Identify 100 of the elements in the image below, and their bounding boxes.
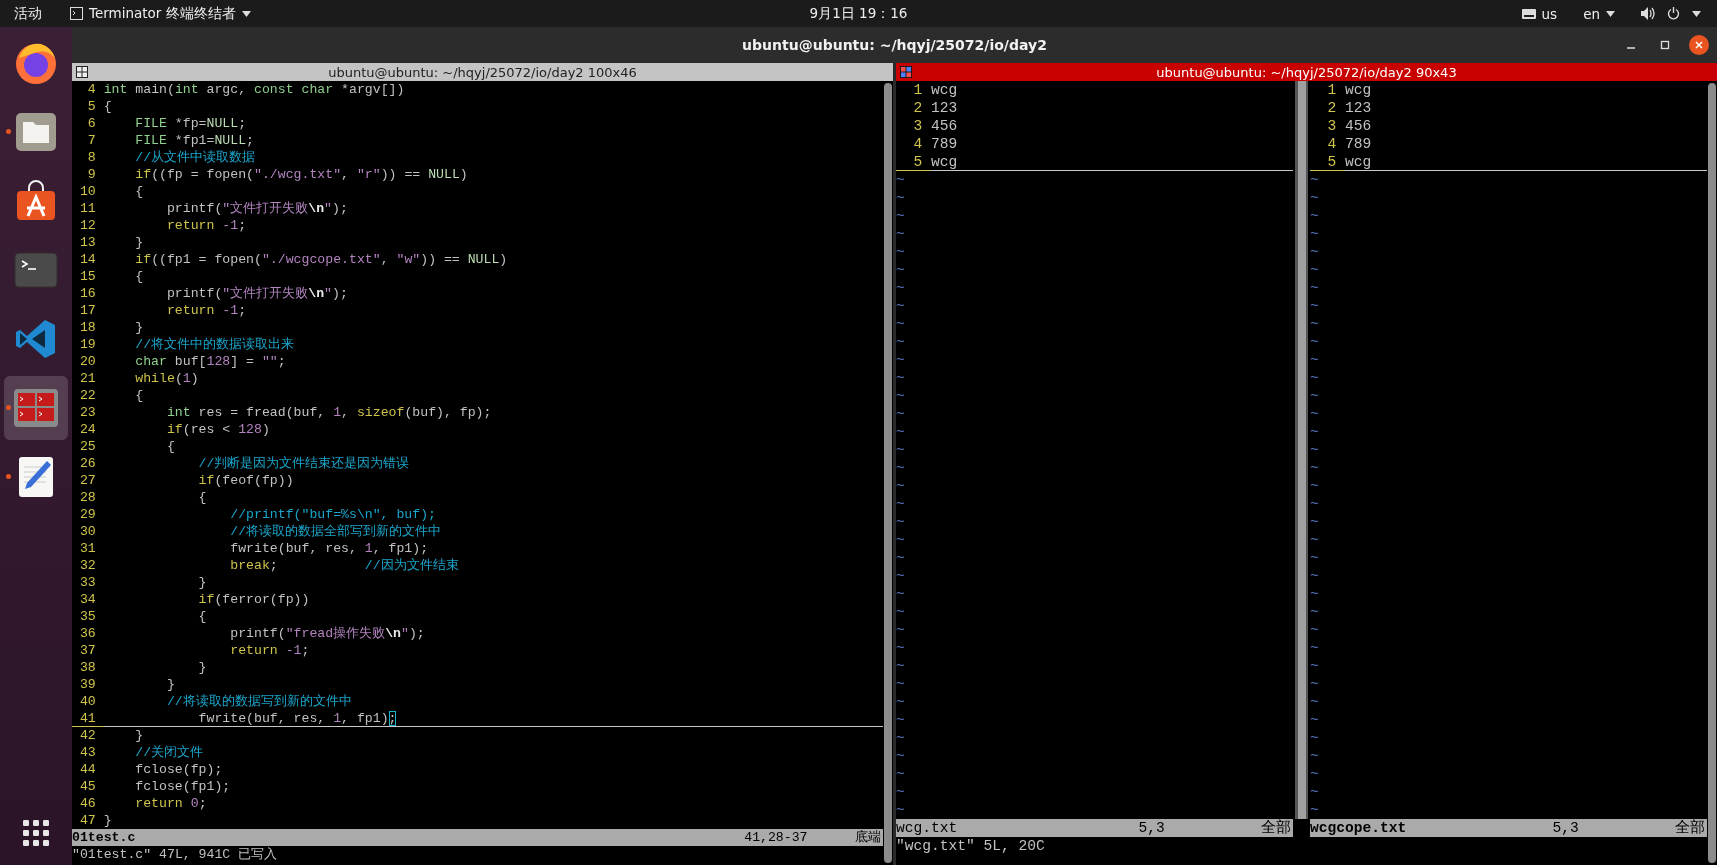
activities-button[interactable]: 活动 — [10, 2, 46, 25]
app-menu[interactable]: Terminator 终端终结者 — [66, 2, 255, 25]
code-line: break; //因为文件结束 — [229, 557, 460, 574]
empty-line-marker: ~ — [1310, 369, 1319, 387]
terminal-icon — [14, 252, 58, 288]
empty-line-marker: ~ — [896, 315, 905, 333]
empty-line-marker: ~ — [1310, 585, 1319, 603]
code-line: wcg — [931, 153, 1293, 171]
line-number: 46 — [78, 795, 97, 812]
code-line: fwrite(buf, res, 1, fp1); — [229, 540, 430, 557]
code-line: fclose(fp); — [134, 761, 224, 778]
empty-line-marker: ~ — [1310, 531, 1319, 549]
code-editor-icon — [15, 318, 57, 360]
code-line: } — [165, 676, 176, 693]
empty-line-marker: ~ — [1310, 243, 1319, 261]
line-number: 39 — [78, 676, 97, 693]
code-line: { — [197, 489, 208, 506]
empty-line-marker: ~ — [896, 459, 905, 477]
line-number: 19 — [78, 336, 97, 353]
grid-icon — [900, 66, 912, 78]
empty-line-marker: ~ — [896, 585, 905, 603]
code-line: if(feof(fp)) — [197, 472, 295, 489]
scrollbar[interactable] — [1708, 83, 1716, 863]
code-line: //判断是因为文件结束还是因为错误 — [197, 455, 411, 472]
code-line: if(ferror(fp)) — [197, 591, 311, 608]
line-number: 2 — [912, 99, 924, 117]
terminal-header[interactable]: ubuntu@ubuntu: ~/hqyj/25072/io/day2 90x43 — [896, 63, 1717, 81]
line-number: 10 — [78, 183, 97, 200]
line-number: 21 — [78, 370, 97, 387]
line-number: 4 — [86, 81, 97, 98]
empty-line-marker: ~ — [896, 351, 905, 369]
empty-line-marker: ~ — [1310, 549, 1319, 567]
close-button[interactable] — [1689, 35, 1709, 55]
empty-line-marker: ~ — [1310, 441, 1319, 459]
code-line: return 0; — [134, 795, 208, 812]
empty-line-marker: ~ — [1310, 405, 1319, 423]
code-line: { — [197, 608, 208, 625]
empty-line-marker: ~ — [896, 495, 905, 513]
empty-line-marker: ~ — [1310, 171, 1319, 189]
keyboard-layout[interactable]: us — [1517, 3, 1562, 24]
clock[interactable]: 9月1日 19：16 — [805, 2, 912, 25]
code-line: fclose(fp1); — [134, 778, 232, 795]
code-line: fwrite(buf, res, 1, fp1); — [103, 710, 883, 727]
line-number: 35 — [78, 608, 97, 625]
keyboard-icon — [1521, 8, 1536, 19]
empty-line-marker: ~ — [896, 369, 905, 387]
line-number: 7 — [86, 132, 97, 149]
line-number: 37 — [78, 642, 97, 659]
code-line: printf("fread操作失败\n"); — [229, 625, 426, 642]
empty-line-marker: ~ — [1310, 477, 1319, 495]
code-line: wcg — [931, 81, 959, 99]
empty-line-marker: ~ — [1310, 351, 1319, 369]
code-line: if((fp = fopen("./wcg.txt", "r")) == NULL) — [134, 166, 469, 183]
code-line: wcg — [1345, 81, 1373, 99]
line-number: 32 — [78, 557, 97, 574]
empty-line-marker: ~ — [1310, 297, 1319, 315]
scroll-position: 底端 — [855, 829, 882, 846]
empty-line-marker: ~ — [896, 405, 905, 423]
empty-line-marker: ~ — [1310, 333, 1319, 351]
empty-line-marker: ~ — [896, 693, 905, 711]
line-number: 16 — [78, 285, 97, 302]
terminal-header[interactable]: ubuntu@ubuntu: ~/hqyj/25072/io/day2 100x46 — [72, 63, 893, 81]
empty-line-marker: ~ — [1310, 711, 1319, 729]
line-number: 2 — [1326, 99, 1338, 117]
terminal-title: ubuntu@ubuntu: ~/hqyj/25072/io/day2 90x43 — [1156, 64, 1457, 80]
empty-line-marker: ~ — [896, 729, 905, 747]
code-line: if((fp1 = fopen("./wcgcope.txt", "w")) == NULL) — [134, 251, 509, 268]
code-line: char buf[128] = ""; — [134, 353, 287, 370]
empty-line-marker: ~ — [896, 567, 905, 585]
line-number: 4 — [912, 135, 924, 153]
code-line: FILE *fp=NULL; — [134, 115, 248, 132]
line-number: 14 — [78, 251, 97, 268]
empty-line-marker: ~ — [896, 513, 905, 531]
line-number: 28 — [78, 489, 97, 506]
line-number: 40 — [78, 693, 97, 710]
empty-line-marker: ~ — [1310, 567, 1319, 585]
line-number: 47 — [78, 812, 97, 829]
empty-line-marker: ~ — [896, 675, 905, 693]
code-line: //将读取的数据写到新的文件中 — [165, 693, 353, 710]
empty-line-marker: ~ — [1310, 207, 1319, 225]
empty-line-marker: ~ — [896, 747, 905, 765]
cursor-position: 41,28-37 — [744, 829, 809, 846]
file-name: wcgcope.txt — [1310, 819, 1408, 837]
empty-line-marker: ~ — [896, 549, 905, 567]
line-number: 12 — [78, 217, 97, 234]
code-line: } — [134, 727, 145, 744]
line-number: 44 — [78, 761, 97, 778]
language-menu[interactable]: en — [1579, 3, 1619, 24]
line-number: 38 — [78, 659, 97, 676]
code-line: 123 — [1345, 99, 1373, 117]
code-line: return -1; — [229, 642, 311, 659]
empty-line-marker: ~ — [896, 639, 905, 657]
grid-icon — [76, 66, 88, 78]
scrollbar[interactable] — [884, 83, 892, 863]
empty-line-marker: ~ — [1310, 801, 1319, 819]
code-line: { — [103, 98, 113, 115]
empty-line-marker: ~ — [896, 657, 905, 675]
line-number: 11 — [78, 200, 97, 217]
empty-line-marker: ~ — [896, 243, 905, 261]
terminal-title: ubuntu@ubuntu: ~/hqyj/25072/io/day2 100x46 — [328, 64, 637, 80]
